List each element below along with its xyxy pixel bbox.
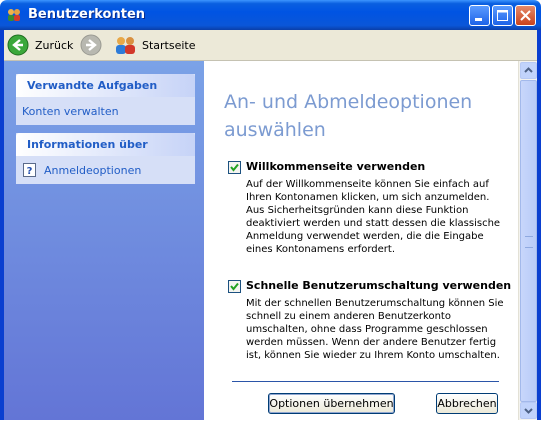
task-sidebar: Verwandte Aufgaben Konten verwalten Info… [4, 61, 204, 420]
main-content: An- und Abmeldeoptionen auswählen Willko… [204, 61, 518, 420]
sidebar-item-manage-accounts[interactable]: Konten verwalten [22, 103, 195, 119]
cancel-button[interactable]: Abbrechen [436, 393, 498, 414]
fast-user-switching-label[interactable]: Schnelle Benutzerumschaltung verwenden [246, 279, 511, 292]
svg-text:?: ? [27, 166, 33, 177]
toolbar: Zurück Startseite [4, 30, 537, 61]
scroll-down-button[interactable] [520, 402, 537, 419]
scroll-up-button[interactable] [520, 62, 537, 79]
window-title: Benutzerkonten [28, 7, 146, 22]
welcome-screen-label[interactable]: Willkommenseite verwenden [246, 160, 425, 173]
maximize-icon [497, 10, 508, 21]
related-tasks-title: Verwandte Aufgaben [16, 74, 195, 97]
checkmark-icon [230, 282, 239, 291]
maximize-button[interactable] [492, 5, 513, 26]
related-tasks-panel: Verwandte Aufgaben Konten verwalten [16, 74, 195, 125]
user-accounts-icon [8, 9, 20, 21]
help-icon: ? [23, 163, 36, 177]
apply-options-button[interactable]: Optionen übernehmen [268, 393, 395, 414]
window-border-right [537, 30, 541, 420]
welcome-screen-checkbox[interactable] [228, 161, 241, 174]
vertical-scrollbar[interactable] [518, 61, 537, 420]
back-label: Zurück [35, 38, 74, 52]
divider [232, 381, 499, 382]
close-icon [520, 10, 531, 21]
home-button[interactable]: Startseite [114, 33, 196, 57]
sidebar-item-logon-options[interactable]: ? Anmeldeoptionen [22, 162, 195, 178]
title-bar: Benutzerkonten [0, 0, 541, 30]
welcome-screen-description: Auf der Willkommenseite können Sie einfa… [246, 179, 501, 255]
close-button[interactable] [515, 5, 536, 26]
forward-arrow-icon[interactable] [80, 34, 102, 56]
fast-user-switching-description: Mit der schnellen Benutzerumschaltung kö… [246, 298, 504, 361]
chevron-down-icon [524, 408, 533, 414]
scroll-thumb[interactable] [520, 80, 537, 402]
logon-options-label: Anmeldeoptionen [44, 163, 142, 177]
checkmark-icon [230, 163, 239, 172]
chevron-up-icon [524, 67, 533, 73]
minimize-button[interactable] [469, 5, 490, 26]
back-arrow-icon [7, 34, 29, 56]
back-button[interactable]: Zurück [7, 33, 73, 57]
minimize-icon [475, 18, 482, 21]
info-title: Informationen über [16, 133, 195, 156]
info-panel: Informationen über ? Anmeldeoptionen [16, 133, 195, 184]
users-home-icon [116, 37, 135, 54]
grip-icon [525, 236, 533, 248]
page-title: An- und Abmeldeoptionen auswählen [224, 91, 473, 141]
fast-user-switching-checkbox[interactable] [228, 280, 241, 293]
home-label: Startseite [142, 38, 196, 52]
